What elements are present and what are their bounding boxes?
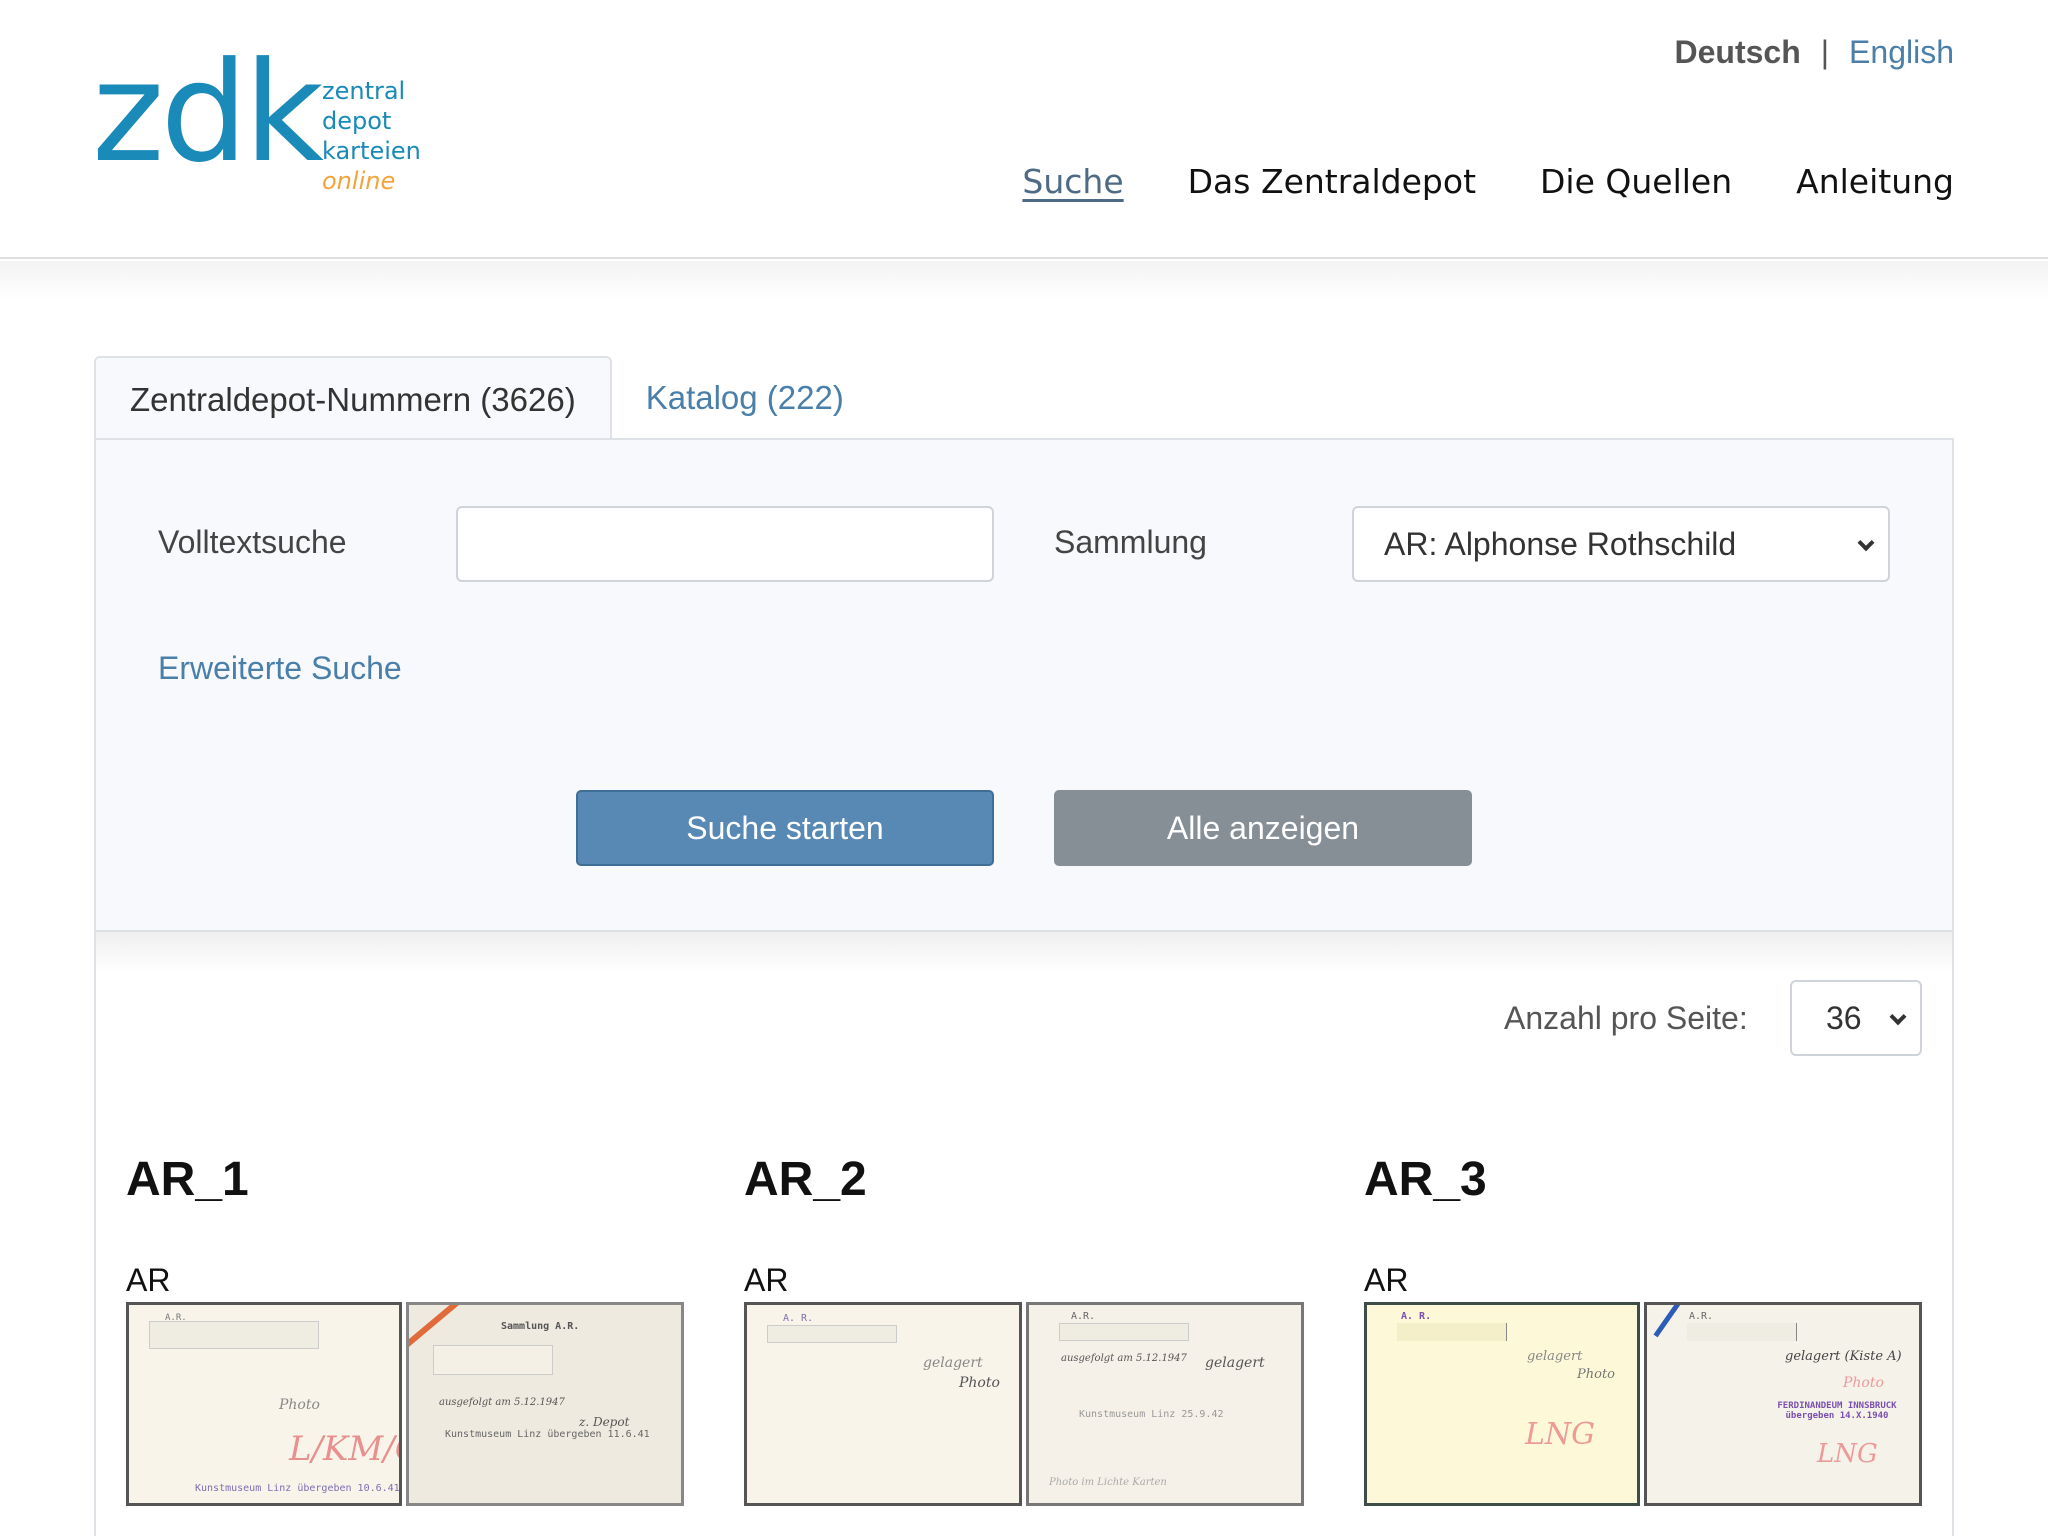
card-heading: A.R.	[1071, 1311, 1096, 1322]
result-title[interactable]: AR_3	[1364, 1152, 1487, 1207]
search-tabs: Zentraldepot-Nummern (3626) Katalog (222…	[94, 356, 878, 442]
per-page-value: 36	[1826, 999, 1862, 1036]
card-handwriting: ausgefolgt am 5.12.1947	[439, 1397, 565, 1408]
nav-anleitung[interactable]: Anleitung	[1796, 162, 1954, 201]
card-handwriting: Photo	[279, 1397, 320, 1413]
card-label-strip	[1687, 1323, 1797, 1341]
card-heading: A. R.	[783, 1313, 814, 1324]
fulltext-label: Volltextsuche	[158, 524, 347, 560]
result-collection: AR	[126, 1262, 171, 1298]
card-handwriting: z. Depot	[579, 1415, 630, 1429]
logo-suffix: online	[322, 167, 396, 195]
card-stamp: Kunstmuseum Linz übergeben 11.6.41	[445, 1429, 650, 1440]
result-card-image[interactable]: Sammlung A.R. ausgefolgt am 5.12.1947 z.…	[406, 1302, 684, 1506]
card-stamp: Kunstmuseum Linz übergeben 10.6.41	[195, 1483, 400, 1494]
logo[interactable]: zdk zentral depot karteien online	[92, 44, 432, 202]
card-marker-stroke	[1653, 1305, 1681, 1338]
card-heading: Sammlung A.R.	[501, 1321, 580, 1332]
chevron-down-icon	[1857, 534, 1875, 552]
per-page-select[interactable]: 36	[1790, 980, 1922, 1056]
advanced-search-link[interactable]: Erweiterte Suche	[158, 650, 402, 687]
card-handwriting: gelagert	[1205, 1355, 1265, 1371]
card-handwriting: LNG	[1525, 1417, 1596, 1452]
panel-shadow	[96, 932, 1952, 972]
card-heading: A. R.	[1401, 1311, 1432, 1322]
language-separator: |	[1820, 34, 1830, 70]
card-handwriting: gelagert	[1527, 1349, 1583, 1364]
card-handwriting: Photo	[1843, 1375, 1884, 1391]
card-handwriting: LNG	[1817, 1439, 1878, 1469]
card-stamp: FERDINANDEUM INNSBRUCK übergeben 14.X.19…	[1777, 1401, 1897, 1421]
card-handwriting: ausgefolgt am 5.12.1947	[1061, 1353, 1187, 1364]
result-collection: AR	[744, 1262, 789, 1298]
result-title[interactable]: AR_2	[744, 1152, 867, 1207]
tab-zentraldepot-nummern[interactable]: Zentraldepot-Nummern (3626)	[94, 356, 612, 442]
header-shadow	[0, 261, 2048, 301]
logo-words: zentral depot karteien online	[322, 76, 421, 196]
card-label-strip	[1059, 1323, 1189, 1341]
result-card-image[interactable]: A.R. gelagert (Kiste A) Photo FERDINANDE…	[1644, 1302, 1922, 1506]
card-label-strip	[1397, 1323, 1507, 1341]
card-stamp: Kunstmuseum Linz 25.9.42	[1079, 1409, 1224, 1420]
card-label-strip	[149, 1321, 319, 1349]
language-deutsch[interactable]: Deutsch	[1674, 34, 1800, 71]
chevron-down-icon	[1889, 1008, 1907, 1026]
card-heading: A.R.	[1689, 1311, 1714, 1322]
card-label-strip	[433, 1345, 553, 1375]
fulltext-search-input[interactable]	[456, 506, 994, 582]
language-switcher: Deutsch | English	[1674, 34, 1954, 71]
nav-suche[interactable]: Suche	[1022, 162, 1123, 201]
card-handwriting: gelagert	[923, 1355, 983, 1371]
site-header: zdk zentral depot karteien online Deutsc…	[0, 0, 2048, 259]
nav-die-quellen[interactable]: Die Quellen	[1540, 162, 1732, 201]
card-handwriting: Photo im Lichte Karten	[1049, 1477, 1167, 1488]
result-card-image[interactable]: A. R. gelagert Photo	[744, 1302, 1022, 1506]
card-handwriting: gelagert (Kiste A)	[1785, 1349, 1902, 1364]
logo-word-1: zentral	[322, 77, 406, 105]
result-card-image[interactable]: A. R. gelagert Photo LNG	[1364, 1302, 1640, 1506]
nav-das-zentraldepot[interactable]: Das Zentraldepot	[1188, 162, 1476, 201]
collection-select-value: AR: Alphonse Rothschild	[1384, 525, 1737, 562]
tab-katalog[interactable]: Katalog (222)	[612, 356, 878, 440]
result-collection: AR	[1364, 1262, 1409, 1298]
card-label-strip	[767, 1325, 897, 1343]
card-handwriting: L/KM/GV	[289, 1429, 399, 1469]
card-handwriting: Photo	[959, 1375, 1000, 1391]
card-marker-stroke	[409, 1305, 463, 1347]
collection-label: Sammlung	[1054, 524, 1207, 560]
search-start-button[interactable]: Suche starten	[576, 790, 994, 866]
logo-mark: zdk	[92, 32, 324, 193]
language-english[interactable]: English	[1849, 34, 1954, 71]
result-title[interactable]: AR_1	[126, 1152, 249, 1207]
result-card-image[interactable]: A.R. ausgefolgt am 5.12.1947 gelagert Ku…	[1026, 1302, 1304, 1506]
show-all-button[interactable]: Alle anzeigen	[1054, 790, 1472, 866]
logo-word-2: depot	[322, 107, 392, 135]
collection-select[interactable]: AR: Alphonse Rothschild	[1352, 506, 1890, 582]
result-card-image[interactable]: A.R. Photo L/KM/GV Kunstmuseum Linz über…	[126, 1302, 402, 1506]
main-nav: Suche Das Zentraldepot Die Quellen Anlei…	[1022, 162, 1954, 201]
per-page-label: Anzahl pro Seite:	[1504, 1000, 1748, 1036]
logo-word-3: karteien	[322, 137, 421, 165]
card-handwriting: Photo	[1577, 1367, 1615, 1382]
